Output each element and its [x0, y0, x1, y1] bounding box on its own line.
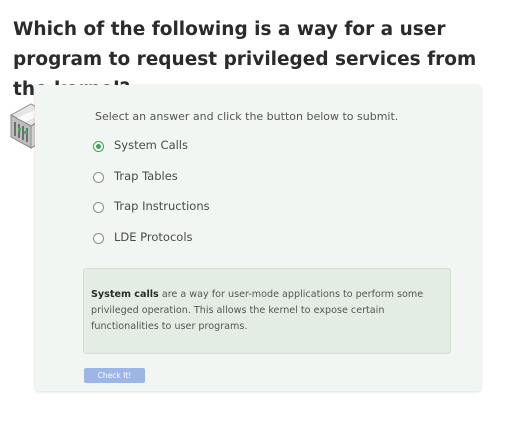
check-it-button[interactable]: Check It!: [84, 368, 145, 383]
option-trap-instructions[interactable]: Trap Instructions: [93, 199, 210, 230]
answer-options: System Calls Trap Tables Trap Instructio…: [93, 138, 210, 260]
instruction-text: Select an answer and click the button be…: [95, 110, 399, 123]
option-label: Trap Instructions: [114, 199, 210, 213]
radio-icon[interactable]: [93, 202, 104, 213]
feedback-term: System calls: [91, 289, 159, 300]
option-label: LDE Protocols: [114, 229, 193, 244]
quiz-card: Select an answer and click the button be…: [35, 85, 481, 391]
radio-icon[interactable]: [93, 171, 104, 183]
option-trap-tables[interactable]: Trap Tables: [93, 169, 210, 200]
option-lde-protocols[interactable]: LDE Protocols: [93, 230, 210, 261]
option-system-calls[interactable]: System Calls: [93, 138, 210, 169]
radio-icon[interactable]: [93, 232, 104, 244]
option-label: Trap Tables: [114, 168, 178, 183]
feedback-box: System calls are a way for user-mode app…: [83, 268, 451, 354]
radio-selected-icon[interactable]: [93, 141, 104, 152]
option-label: System Calls: [114, 138, 188, 152]
